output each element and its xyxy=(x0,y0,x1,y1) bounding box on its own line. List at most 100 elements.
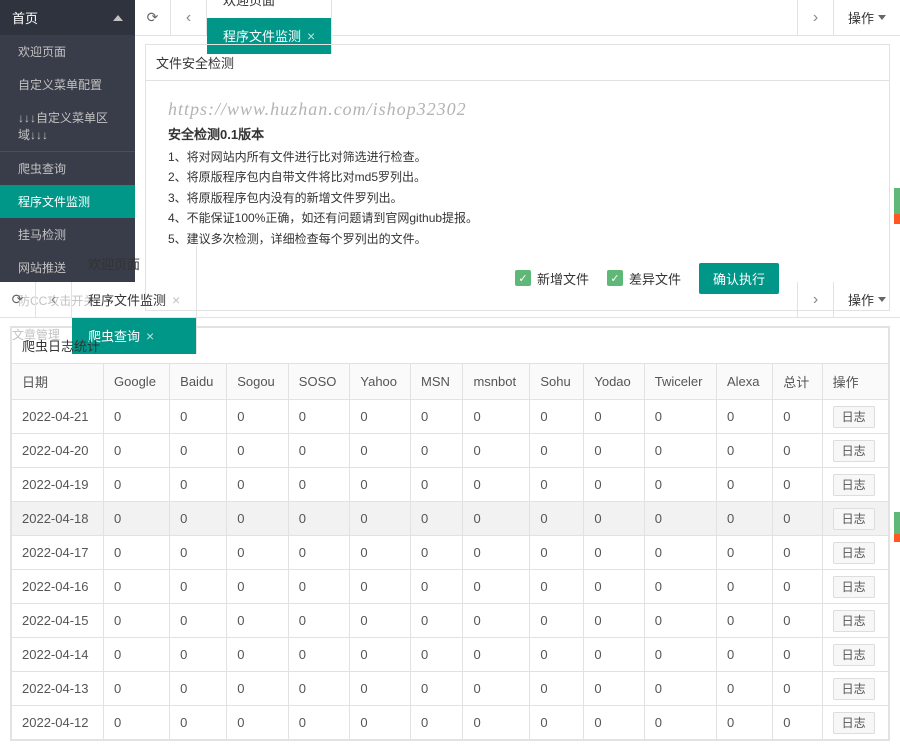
ops-menu[interactable]: 操作 xyxy=(833,282,900,318)
cell-value: 0 xyxy=(644,400,716,434)
cell-value: 0 xyxy=(170,570,227,604)
close-icon[interactable]: × xyxy=(146,328,154,344)
log-button[interactable]: 日志 xyxy=(833,542,875,564)
tab-prev[interactable]: ‹ xyxy=(171,0,207,36)
cell-value: 0 xyxy=(584,400,644,434)
table-header: msnbot xyxy=(463,364,530,400)
cell-value: 0 xyxy=(773,502,822,536)
cell-value: 0 xyxy=(350,536,411,570)
cell-value: 0 xyxy=(170,706,227,740)
sidebar-home[interactable]: 首页 xyxy=(0,0,135,35)
cell-value: 0 xyxy=(227,468,289,502)
cell-value: 0 xyxy=(773,536,822,570)
table-header: Twiceler xyxy=(644,364,716,400)
log-button[interactable]: 日志 xyxy=(833,576,875,598)
table-header: Google xyxy=(104,364,170,400)
log-button[interactable]: 日志 xyxy=(833,406,875,428)
cell-value: 0 xyxy=(288,468,350,502)
close-icon[interactable]: × xyxy=(172,292,180,308)
table-row: 2022-04-14000000000000日志 xyxy=(12,638,889,672)
cell-ops: 日志 xyxy=(822,400,888,434)
cell-ops: 日志 xyxy=(822,706,888,740)
cell-ops: 日志 xyxy=(822,502,888,536)
cell-value: 0 xyxy=(584,570,644,604)
cell-value: 0 xyxy=(350,434,411,468)
cell-value: 0 xyxy=(463,468,530,502)
log-button[interactable]: 日志 xyxy=(833,474,875,496)
cell-value: 0 xyxy=(350,570,411,604)
cell-value: 0 xyxy=(288,536,350,570)
cell-value: 0 xyxy=(716,468,772,502)
tab-prev[interactable]: ‹ xyxy=(36,282,72,318)
tab-label: 程序文件监测 xyxy=(88,290,166,309)
table-row: 2022-04-20000000000000日志 xyxy=(12,434,889,468)
refresh-button[interactable]: ⟳ xyxy=(0,282,36,318)
refresh-icon: ⟳ xyxy=(12,291,24,308)
tabbar-bottom: ⟳ ‹ 欢迎页面程序文件监测×爬虫查询× › 操作 xyxy=(0,282,900,318)
cell-value: 0 xyxy=(716,400,772,434)
cell-value: 0 xyxy=(463,434,530,468)
sidebar-item[interactable]: 程序文件监测 xyxy=(0,185,135,218)
log-button[interactable]: 日志 xyxy=(833,508,875,530)
cell-value: 0 xyxy=(530,536,584,570)
cell-value: 0 xyxy=(410,502,462,536)
table-header: Sogou xyxy=(227,364,289,400)
cell-value: 0 xyxy=(584,536,644,570)
ops-menu[interactable]: 操作 xyxy=(833,0,900,36)
cell-value: 0 xyxy=(288,706,350,740)
cell-value: 0 xyxy=(584,468,644,502)
cell-value: 0 xyxy=(227,536,289,570)
table-row: 2022-04-18000000000000日志 xyxy=(12,502,889,536)
cell-value: 0 xyxy=(288,638,350,672)
log-button[interactable]: 日志 xyxy=(833,712,875,734)
cell-value: 0 xyxy=(288,434,350,468)
table-header: SOSO xyxy=(288,364,350,400)
cell-value: 0 xyxy=(530,604,584,638)
cell-value: 0 xyxy=(170,638,227,672)
sidebar-item[interactable]: ↓↓↓自定义菜单区域↓↓↓ xyxy=(0,101,135,151)
cell-value: 0 xyxy=(227,638,289,672)
sidebar-item[interactable]: 欢迎页面 xyxy=(0,35,135,68)
cell-ops: 日志 xyxy=(822,434,888,468)
ops-label: 操作 xyxy=(848,290,874,309)
tab-next[interactable]: › xyxy=(797,0,833,36)
cell-value: 0 xyxy=(170,502,227,536)
tab-next[interactable]: › xyxy=(797,282,833,318)
cell-value: 0 xyxy=(350,400,411,434)
cell-value: 0 xyxy=(410,536,462,570)
log-button[interactable]: 日志 xyxy=(833,644,875,666)
cell-value: 0 xyxy=(773,672,822,706)
cell-value: 0 xyxy=(104,434,170,468)
table-header: 操作 xyxy=(822,364,888,400)
tab[interactable]: 欢迎页面 xyxy=(72,246,197,282)
cell-value: 0 xyxy=(530,502,584,536)
cell-value: 0 xyxy=(584,434,644,468)
table-row: 2022-04-19000000000000日志 xyxy=(12,468,889,502)
sidebar-item[interactable]: 自定义菜单配置 xyxy=(0,68,135,101)
cell-value: 0 xyxy=(410,672,462,706)
cell-value: 0 xyxy=(410,638,462,672)
log-button[interactable]: 日志 xyxy=(833,610,875,632)
cell-value: 0 xyxy=(288,672,350,706)
cell-value: 0 xyxy=(170,468,227,502)
log-button[interactable]: 日志 xyxy=(833,440,875,462)
cell-ops: 日志 xyxy=(822,672,888,706)
cell-value: 0 xyxy=(104,502,170,536)
cell-value: 0 xyxy=(104,570,170,604)
table-header: 日期 xyxy=(12,364,104,400)
sidebar-item[interactable]: 爬虫查询 xyxy=(0,152,135,185)
cell-value: 0 xyxy=(716,604,772,638)
cell-value: 0 xyxy=(170,604,227,638)
cell-ops: 日志 xyxy=(822,536,888,570)
tab[interactable]: 程序文件监测 × xyxy=(72,282,197,318)
tab[interactable]: 欢迎页面 xyxy=(207,0,332,18)
log-button[interactable]: 日志 xyxy=(833,678,875,700)
refresh-button[interactable]: ⟳ xyxy=(135,0,171,36)
cell-value: 0 xyxy=(410,434,462,468)
cell-value: 0 xyxy=(227,672,289,706)
cell-value: 0 xyxy=(170,672,227,706)
cell-value: 0 xyxy=(716,502,772,536)
table-header: Sohu xyxy=(530,364,584,400)
cell-date: 2022-04-16 xyxy=(12,570,104,604)
chevron-left-icon: ‹ xyxy=(51,291,56,309)
